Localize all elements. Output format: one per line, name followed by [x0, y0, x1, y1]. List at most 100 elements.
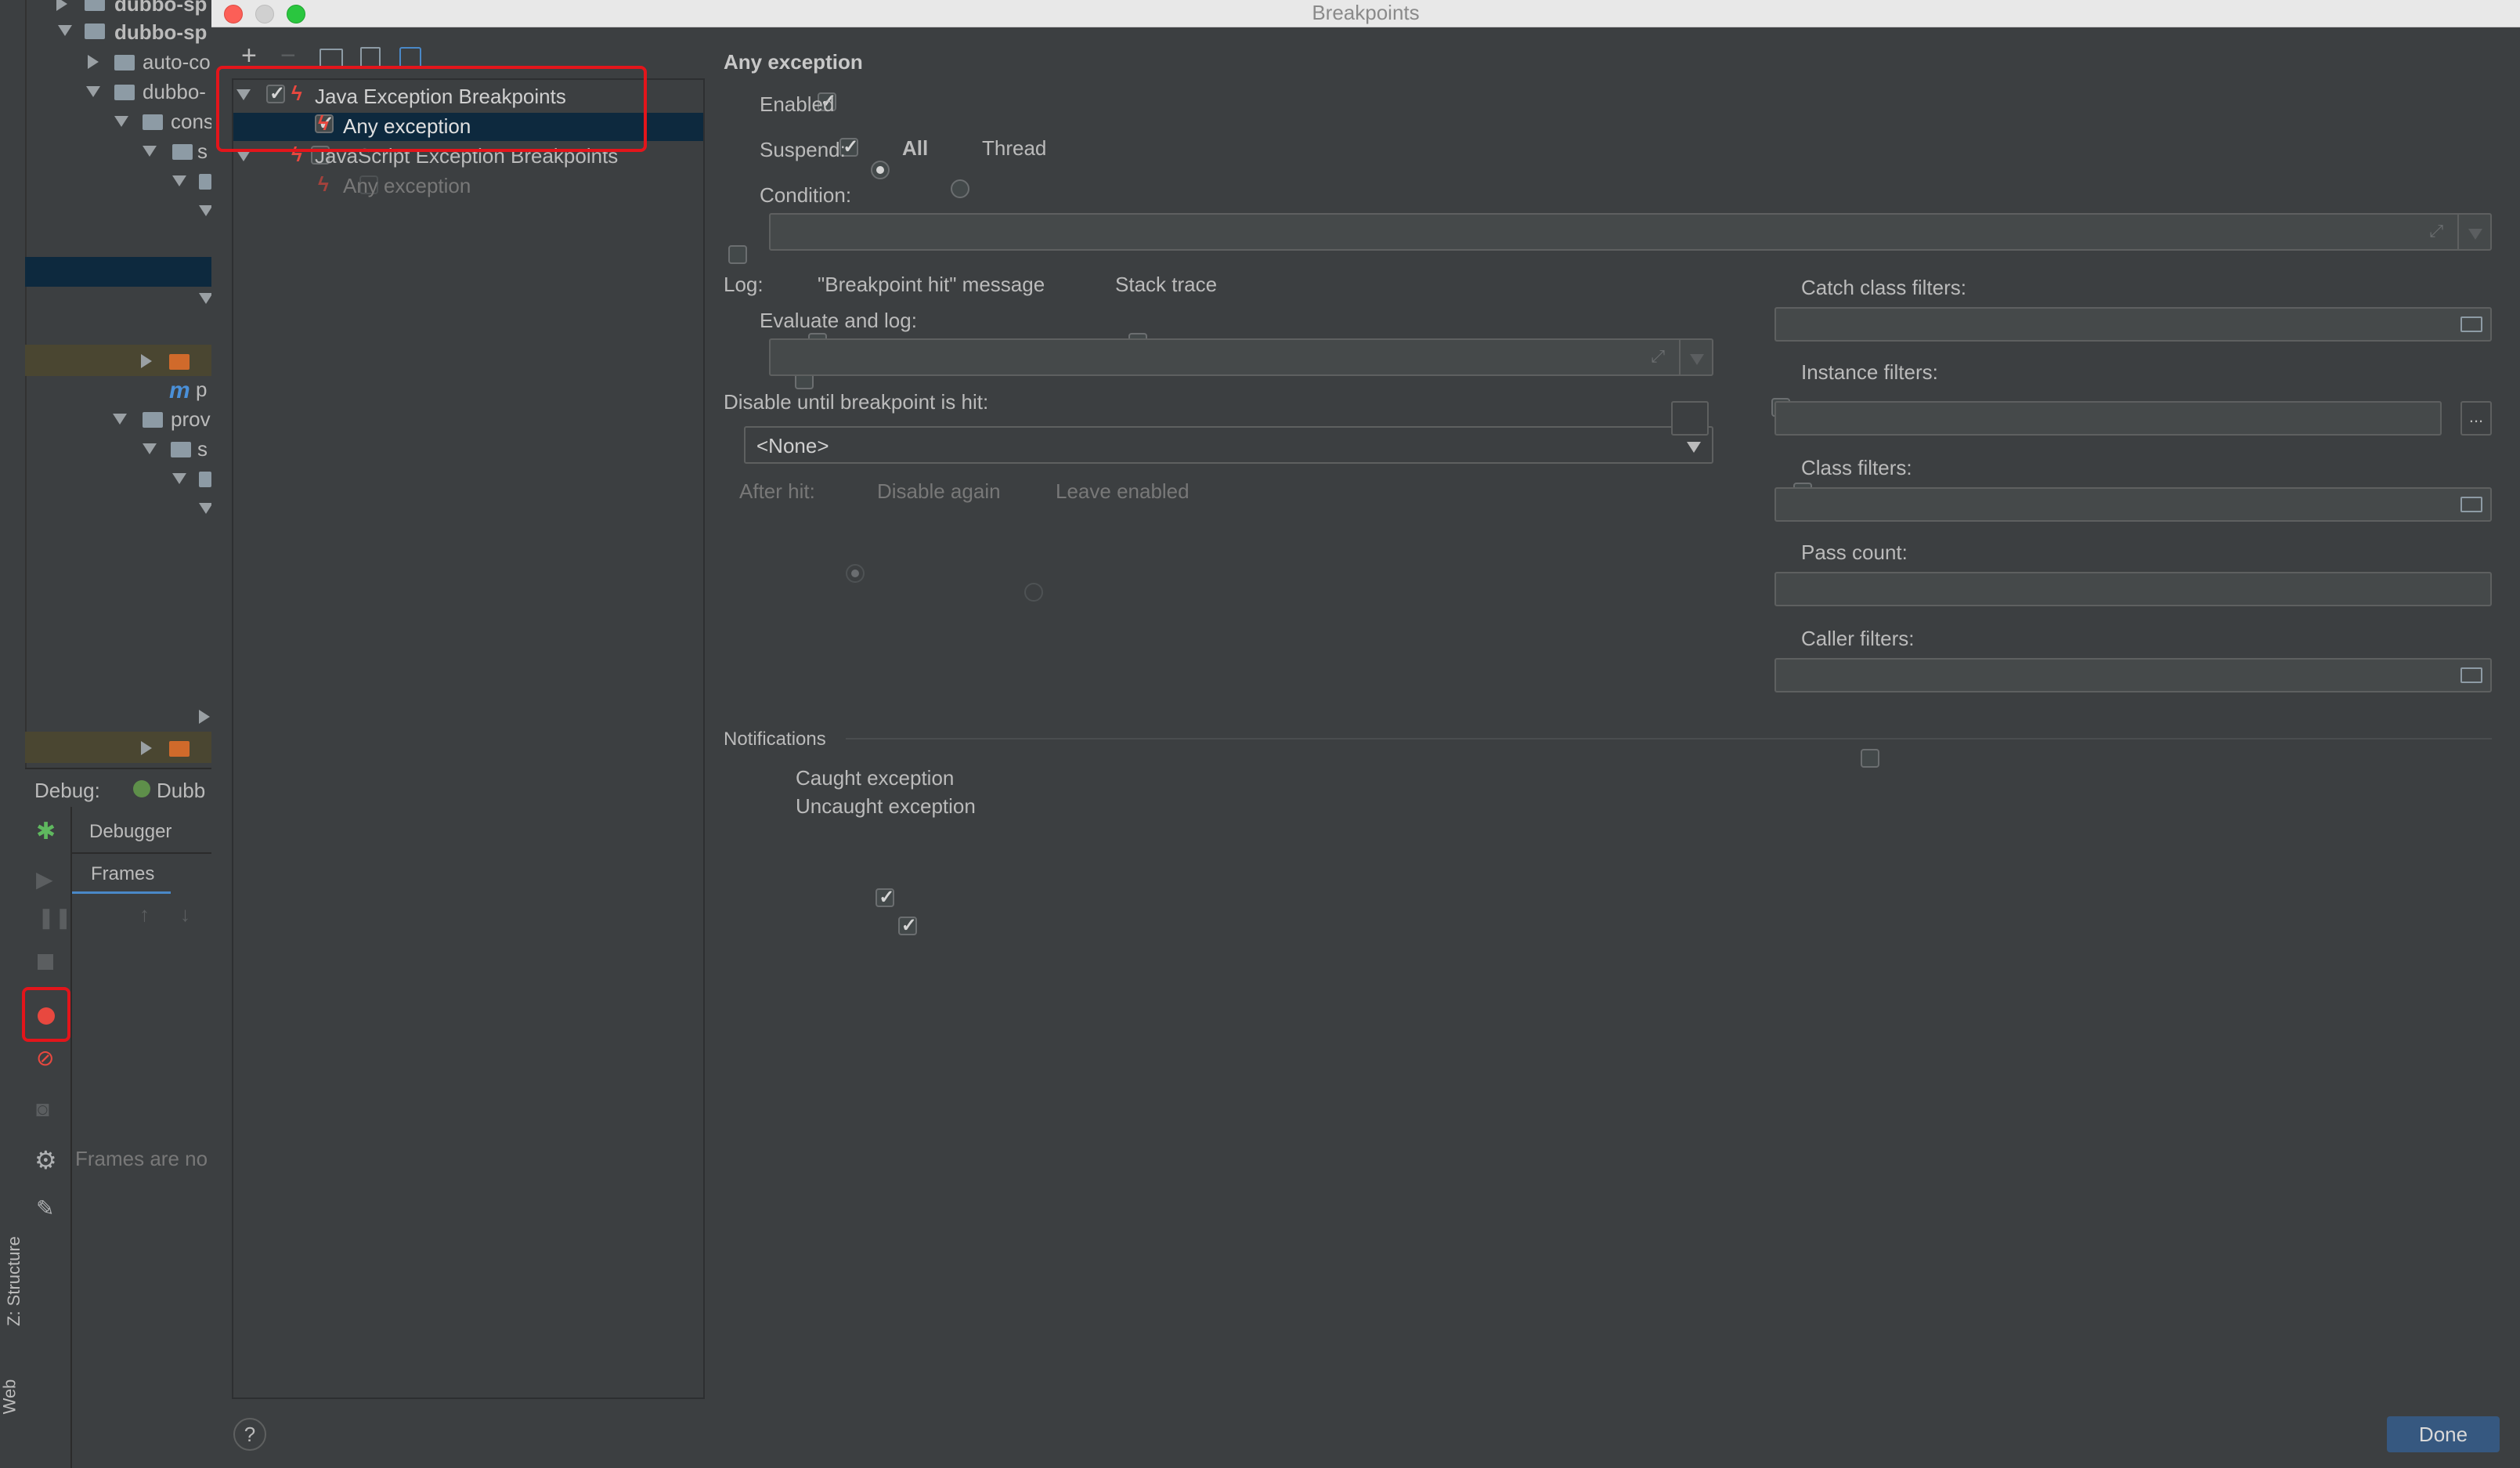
- expand-arrow-icon[interactable]: [88, 55, 99, 69]
- collapse-arrow-icon[interactable]: [172, 473, 186, 484]
- tree-item-js-any-exception[interactable]: Any exception: [343, 174, 471, 198]
- debug-header: Debug: Dubb: [25, 768, 211, 808]
- expand-icon[interactable]: ⤢: [1651, 346, 1665, 367]
- uncaught-exception-checkbox[interactable]: [897, 914, 917, 937]
- project-node[interactable]: cons: [171, 110, 214, 134]
- caller-filters-checkbox[interactable]: [1860, 749, 1879, 768]
- divider: [72, 852, 211, 854]
- suspend-thread-label: Thread: [982, 136, 1047, 160]
- tree-selection-row: [25, 257, 211, 287]
- condition-field[interactable]: ⤢: [769, 213, 2492, 251]
- expand-arrow-icon[interactable]: [141, 354, 152, 368]
- chevron-down-icon: [1687, 442, 1701, 453]
- enabled-label: Enabled: [760, 92, 835, 116]
- group-folder-icon[interactable]: [320, 49, 343, 67]
- selection-highlight-box: [216, 66, 647, 152]
- disable-until-value: <None>: [756, 434, 829, 457]
- folder-icon: [169, 354, 190, 370]
- condition-checkbox[interactable]: [728, 245, 747, 264]
- project-node[interactable]: p: [196, 378, 207, 402]
- camera-icon[interactable]: ◙: [36, 1097, 49, 1122]
- exception-bolt-icon: ϟ: [318, 172, 329, 196]
- collapse-arrow-icon[interactable]: [143, 146, 157, 157]
- after-hit-label: After hit:: [739, 479, 815, 503]
- module-icon: m: [169, 378, 190, 403]
- stop-icon[interactable]: [38, 954, 53, 970]
- condition-dropdown[interactable]: [2457, 215, 2490, 249]
- caught-exception-checkbox[interactable]: [876, 886, 894, 909]
- disable-again-label: Disable again: [877, 479, 1001, 503]
- frames-tab[interactable]: Frames: [91, 863, 154, 885]
- gear-icon[interactable]: ⚙: [34, 1145, 57, 1175]
- pin-icon[interactable]: ✎: [36, 1195, 54, 1221]
- help-button[interactable]: ?: [233, 1418, 266, 1451]
- suspend-all-radio[interactable]: [871, 161, 890, 179]
- folder-icon: [114, 55, 135, 71]
- folder-icon: [172, 144, 193, 160]
- structure-tab[interactable]: Z: Structure: [4, 1201, 24, 1326]
- frames-tab-underline: [72, 891, 171, 894]
- folder-icon[interactable]: [2460, 497, 2482, 512]
- expand-arrow-icon[interactable]: [56, 0, 67, 11]
- project-node[interactable]: s: [197, 139, 208, 164]
- project-node[interactable]: dubbo-: [143, 80, 206, 104]
- expand-arrow-icon[interactable]: [141, 741, 152, 755]
- mute-breakpoints-icon[interactable]: ⊘: [36, 1045, 54, 1071]
- dialog-titlebar: Breakpoints: [211, 0, 2520, 27]
- debug-label: Debug:: [34, 779, 100, 802]
- evaluate-field[interactable]: ⤢: [769, 338, 1713, 376]
- condition-label: Condition:: [760, 183, 852, 207]
- pass-count-field[interactable]: [1774, 572, 2492, 606]
- expand-arrow-icon[interactable]: [199, 710, 210, 724]
- project-node[interactable]: dubbo-sp: [114, 20, 207, 45]
- suspend-label: Suspend:: [760, 138, 846, 161]
- project-node[interactable]: auto-co: [143, 50, 211, 74]
- folder-icon: [114, 85, 135, 100]
- frames-empty-text: Frames are no: [75, 1147, 208, 1170]
- folder-icon: [199, 174, 211, 190]
- debug-config-tab[interactable]: Dubb: [157, 779, 205, 803]
- dialog-title: Breakpoints: [1312, 1, 1420, 24]
- catch-filters-field[interactable]: [1774, 307, 2492, 342]
- bug-icon[interactable]: ✱: [36, 818, 56, 845]
- folder-icon: [143, 114, 163, 130]
- log-stack-label: Stack trace: [1115, 273, 1218, 296]
- notifications-separator: [846, 738, 2492, 739]
- breakpoints-tree: [232, 78, 705, 1399]
- class-filters-field[interactable]: [1774, 487, 2492, 522]
- project-node[interactable]: dubbo-sp: [114, 0, 207, 16]
- project-node[interactable]: s: [197, 437, 208, 461]
- disable-until-select[interactable]: <None>: [744, 426, 1713, 464]
- leave-enabled-radio[interactable]: [1024, 583, 1043, 602]
- folder-icon[interactable]: [2460, 316, 2482, 332]
- collapse-arrow-icon[interactable]: [86, 86, 100, 97]
- instance-filters-more-button[interactable]: ...: [2460, 401, 2492, 436]
- caller-filters-field[interactable]: [1774, 658, 2492, 692]
- disable-again-radio[interactable]: [846, 564, 865, 583]
- project-node[interactable]: prov: [171, 407, 211, 432]
- arrow-up-icon[interactable]: ↑: [139, 902, 150, 927]
- catch-filters-label: Catch class filters:: [1801, 276, 1966, 299]
- ide-side-strip: Z: Structure Web: [0, 0, 27, 1468]
- web-tab[interactable]: Web: [0, 1379, 20, 1415]
- collapse-arrow-icon[interactable]: [143, 443, 157, 454]
- collapse-arrow-icon[interactable]: [172, 175, 186, 186]
- evaluate-dropdown[interactable]: [1679, 340, 1712, 374]
- collapse-arrow-icon[interactable]: [236, 150, 251, 161]
- folder-icon[interactable]: [2460, 667, 2482, 683]
- caught-exception-label: Caught exception: [796, 766, 955, 790]
- debugger-tab[interactable]: Debugger: [89, 821, 171, 843]
- collapse-arrow-icon[interactable]: [113, 414, 127, 425]
- collapse-arrow-icon[interactable]: [114, 116, 128, 127]
- instance-filters-field[interactable]: [1774, 401, 2442, 436]
- done-button[interactable]: Done: [2387, 1416, 2500, 1452]
- instance-filters-browse-button[interactable]: [1671, 401, 1709, 436]
- resume-icon[interactable]: ▶: [36, 866, 53, 892]
- pause-icon[interactable]: ❚❚: [38, 906, 72, 930]
- expand-icon[interactable]: ⤢: [2429, 221, 2443, 241]
- suspend-thread-radio[interactable]: [951, 179, 969, 198]
- arrow-down-icon[interactable]: ↓: [180, 902, 190, 927]
- collapse-arrow-icon[interactable]: [58, 25, 72, 36]
- view-breakpoints-icon[interactable]: [38, 1007, 55, 1025]
- folder-icon: [199, 472, 211, 487]
